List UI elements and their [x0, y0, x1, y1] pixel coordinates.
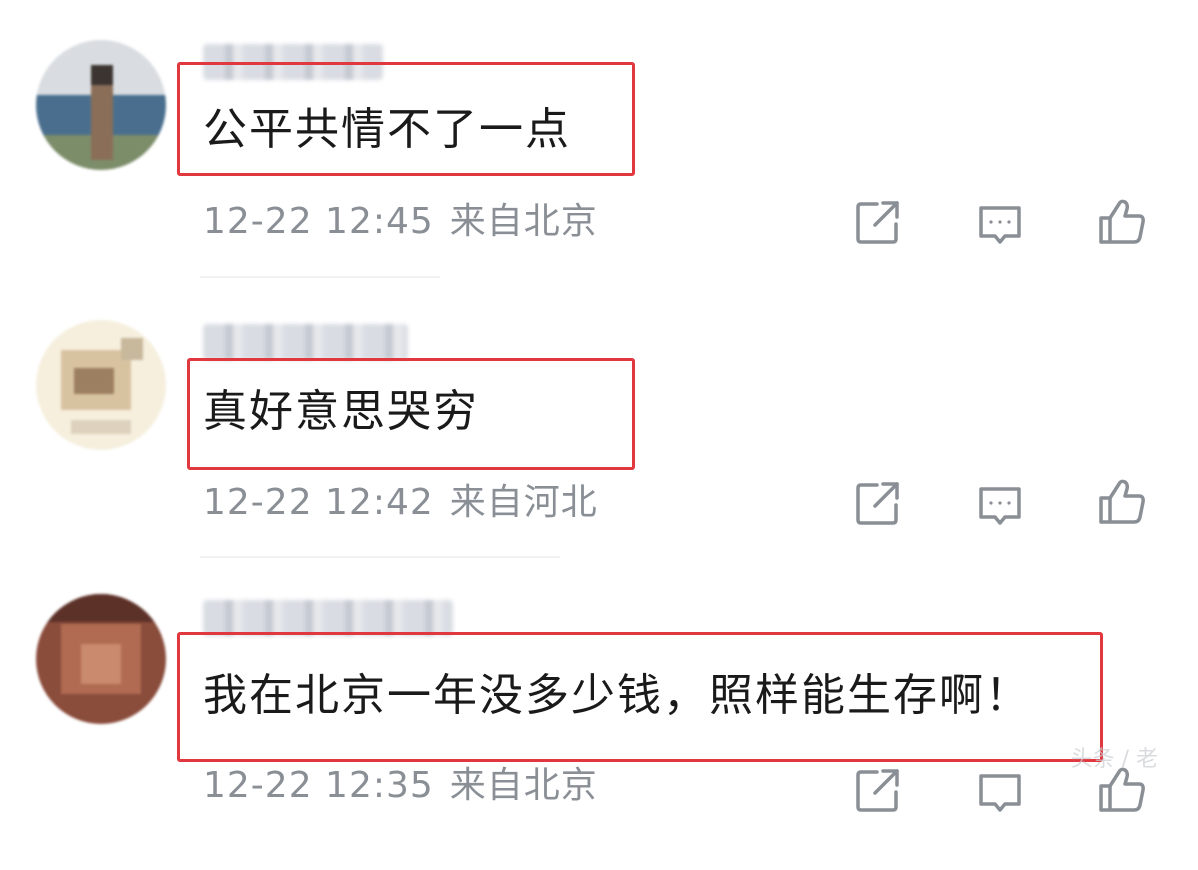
share-icon	[856, 201, 899, 244]
comment-meta: 12-22 12:45 来自北京	[203, 204, 598, 240]
share-button[interactable]	[853, 766, 903, 816]
avatar[interactable]	[36, 320, 166, 450]
username-blurred[interactable]	[203, 324, 408, 360]
share-button[interactable]	[853, 479, 903, 529]
reply-button[interactable]	[975, 768, 1025, 818]
username-blurred[interactable]	[203, 600, 453, 636]
comment-item-1: 公平共情不了一点 12-22 12:45 来自北京	[0, 30, 1198, 310]
comment-icon	[979, 206, 1021, 244]
comment-item-2: 真好意思哭穷 12-22 12:42 来自河北	[0, 310, 1198, 590]
share-button[interactable]	[853, 198, 903, 248]
watermark: 头条 / 老	[1070, 747, 1158, 772]
share-icon	[856, 482, 899, 525]
avatar[interactable]	[36, 594, 166, 724]
location: 来自北京	[449, 765, 598, 806]
comment-meta: 12-22 12:35 来自北京	[203, 768, 598, 804]
divider	[200, 556, 560, 558]
comment-text: 真好意思哭穷	[203, 386, 479, 437]
reply-button[interactable]	[975, 200, 1025, 250]
comment-icon	[979, 774, 1021, 812]
location: 来自北京	[449, 201, 598, 242]
comment-meta: 12-22 12:42 来自河北	[203, 485, 598, 521]
like-button[interactable]	[1097, 196, 1147, 246]
reply-button[interactable]	[975, 481, 1025, 531]
timestamp: 12-22 12:35	[203, 765, 434, 806]
divider	[200, 276, 440, 278]
like-button[interactable]	[1097, 476, 1147, 526]
comment-text: 我在北京一年没多少钱，照样能生存啊！	[203, 670, 1031, 721]
location: 来自河北	[449, 482, 598, 523]
comment-text: 公平共情不了一点	[203, 104, 571, 155]
thumbs-up-icon	[1099, 199, 1145, 244]
comment-icon	[979, 487, 1021, 525]
timestamp: 12-22 12:45	[203, 201, 434, 242]
avatar[interactable]	[36, 40, 166, 170]
share-icon	[856, 769, 899, 812]
comment-item-3: 我在北京一年没多少钱，照样能生存啊！ 12-22 12:35 来自北京	[0, 590, 1198, 870]
timestamp: 12-22 12:42	[203, 482, 434, 523]
thumbs-up-icon	[1099, 479, 1145, 524]
